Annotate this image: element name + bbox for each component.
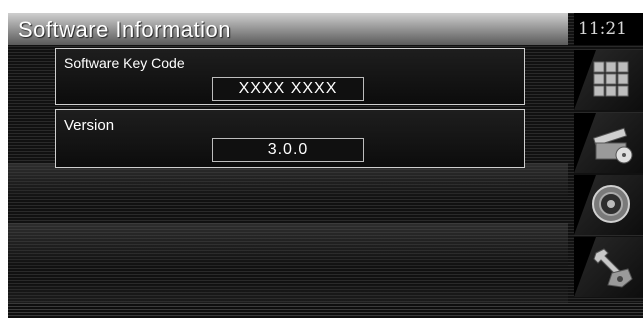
- speaker-icon: [592, 185, 630, 223]
- software-key-code-label: Software Key Code: [64, 55, 185, 71]
- version-value: 3.0.0: [212, 138, 364, 162]
- screen: Software Information 11:21 Software Key …: [8, 13, 643, 318]
- version-label: Version: [64, 117, 115, 134]
- bottom-strip: [8, 303, 643, 318]
- version-panel: Version 3.0.0: [55, 109, 525, 168]
- menu-button[interactable]: [574, 50, 643, 110]
- background-band: [8, 163, 568, 199]
- clock-box: 11:21: [574, 13, 643, 45]
- software-key-code-panel: Software Key Code XXXX XXXX: [55, 48, 525, 105]
- setup-button[interactable]: [574, 237, 643, 297]
- grid-menu-icon: [593, 61, 629, 97]
- wrench-settings-icon: [593, 248, 633, 288]
- software-key-code-value: XXXX XXXX: [212, 77, 364, 101]
- clock: 11:21: [578, 19, 627, 39]
- media-icon: [592, 127, 633, 164]
- page-title: Software Information: [18, 17, 231, 42]
- media-button[interactable]: [574, 113, 643, 173]
- background-band: [8, 223, 568, 267]
- title-bar: Software Information: [8, 13, 568, 45]
- audio-button[interactable]: [574, 175, 643, 235]
